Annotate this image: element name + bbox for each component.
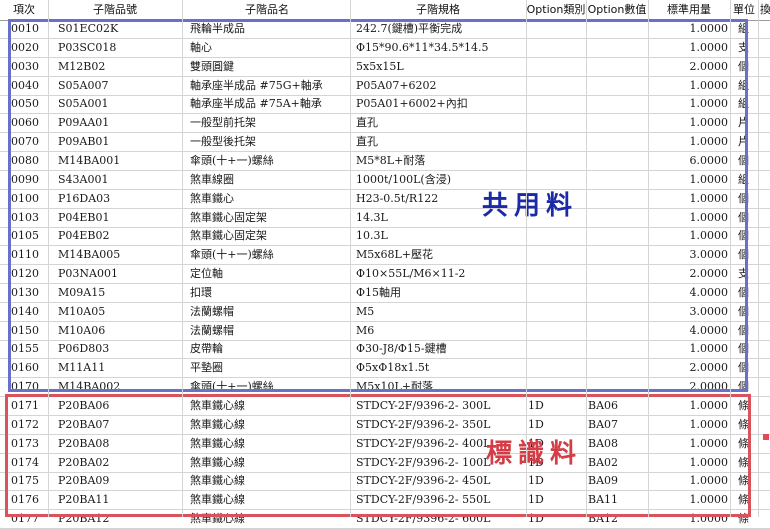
- table-header: 項次 子階品號 子階品名 子階規格 Option類別 Option數值 標準用量 單位換: [0, 0, 770, 21]
- grid-line: [730, 0, 731, 517]
- header-cell[interactable]: 項次: [0, 0, 48, 20]
- grid-line: [350, 0, 351, 517]
- header-cell[interactable]: 單位: [730, 0, 758, 20]
- identifier-parts-label: 標識料: [486, 439, 583, 469]
- grid-line: [182, 0, 183, 517]
- header-cell[interactable]: 換: [760, 0, 770, 20]
- header-cell[interactable]: Option類別: [526, 0, 586, 20]
- common-parts-box: [8, 19, 748, 392]
- header-cell[interactable]: 子階品號: [48, 0, 182, 20]
- header-cell[interactable]: 子階品名: [184, 0, 350, 20]
- header-cell[interactable]: 標準用量: [648, 0, 730, 20]
- edge-marker: [763, 434, 769, 440]
- grid-line: [758, 0, 759, 517]
- grid-line: [586, 0, 587, 517]
- identifier-parts-box: [5, 394, 751, 517]
- header-cell[interactable]: Option數值: [586, 0, 648, 20]
- grid-line: [48, 0, 49, 517]
- common-parts-label: 共用料: [482, 191, 579, 221]
- grid-line: [526, 0, 527, 517]
- grid-line: [648, 0, 649, 517]
- header-cell[interactable]: 子階規格: [350, 0, 526, 20]
